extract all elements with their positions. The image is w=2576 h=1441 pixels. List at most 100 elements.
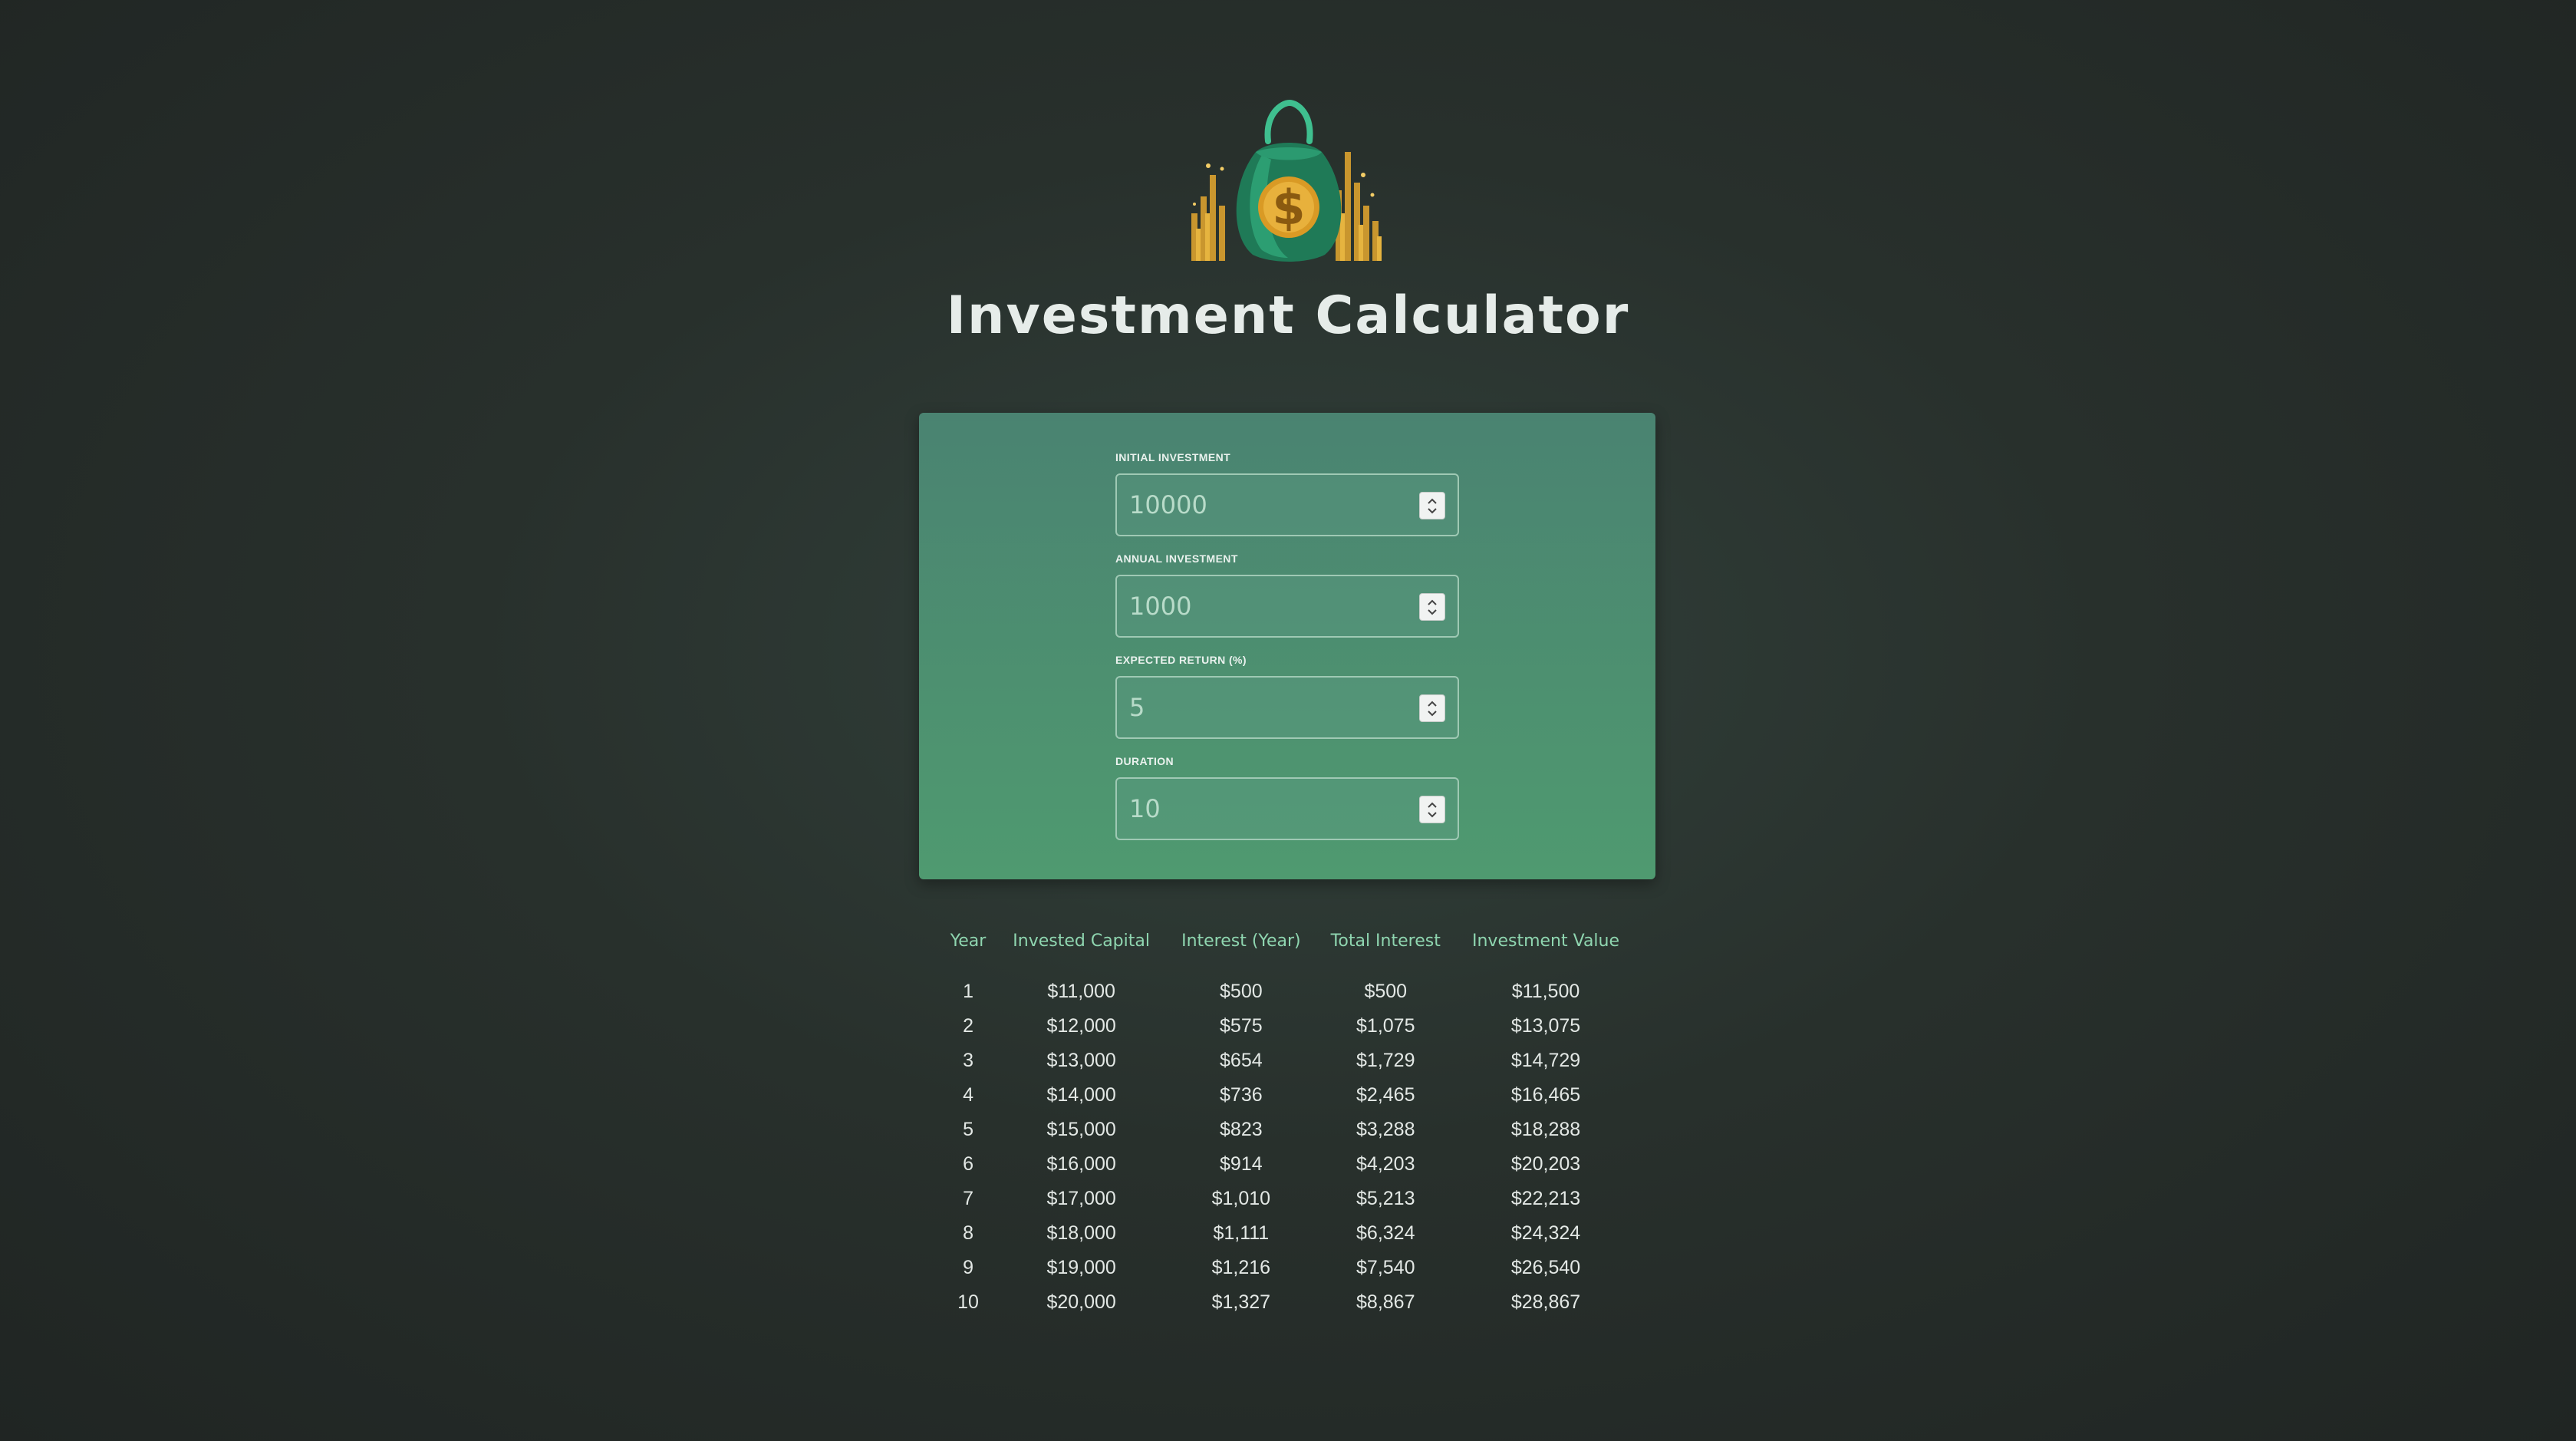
calculator-form: INITIAL INVESTMENT 10000 ANNUAL INVESTME… (919, 413, 1655, 879)
cell-invested-capital: $13,000 (1046, 1050, 1116, 1071)
cell-year: 1 (963, 981, 973, 1002)
cell-interest-year: $823 (1220, 1119, 1263, 1140)
cell-invested-capital: $16,000 (1046, 1153, 1116, 1175)
cell-invested-capital: $14,000 (1046, 1084, 1116, 1106)
cell-invested-capital: $19,000 (1046, 1257, 1116, 1278)
app-logo: $ (1185, 98, 1392, 262)
annual-investment-input[interactable]: 1000 (1115, 575, 1459, 638)
cell-invested-capital: $15,000 (1046, 1119, 1116, 1140)
header-year: Year (950, 931, 987, 951)
initial-investment-input[interactable]: 10000 (1115, 473, 1459, 536)
chevron-up-icon (1428, 498, 1437, 504)
cell-total-interest: $5,213 (1356, 1188, 1415, 1209)
table-row: 4 $14,000 $736 $2,465 $16,465 (940, 1078, 1636, 1113)
initial-investment-value[interactable]: 10000 (1129, 475, 1207, 535)
cell-year: 4 (963, 1084, 973, 1106)
cell-year: 2 (963, 1015, 973, 1037)
duration-label: DURATION (1115, 755, 1174, 767)
cell-invested-capital: $18,000 (1046, 1222, 1116, 1244)
cell-total-interest: $500 (1364, 981, 1408, 1002)
cell-total-interest: $1,075 (1356, 1015, 1415, 1037)
cell-total-interest: $3,288 (1356, 1119, 1415, 1140)
cell-investment-value: $11,500 (1511, 981, 1580, 1002)
duration-field: DURATION 10 (1115, 753, 1459, 840)
cell-total-interest: $6,324 (1356, 1222, 1415, 1244)
cell-total-interest: $2,465 (1356, 1084, 1415, 1106)
cell-invested-capital: $17,000 (1046, 1188, 1116, 1209)
cell-invested-capital: $20,000 (1046, 1291, 1116, 1313)
page-title: Investment Calculator (946, 285, 1630, 346)
header-invested-capital: Invested Capital (1013, 931, 1150, 951)
cell-investment-value: $22,213 (1510, 1188, 1581, 1209)
cell-year: 6 (963, 1153, 973, 1175)
initial-investment-label: INITIAL INVESTMENT (1115, 451, 1231, 463)
table-row: 5 $15,000 $823 $3,288 $18,288 (940, 1113, 1636, 1147)
chevron-down-icon (1428, 711, 1437, 717)
cell-interest-year: $575 (1220, 1015, 1263, 1037)
duration-value[interactable]: 10 (1129, 779, 1161, 839)
duration-input[interactable]: 10 (1115, 777, 1459, 840)
cell-interest-year: $736 (1220, 1084, 1263, 1106)
cell-invested-capital: $11,000 (1047, 981, 1115, 1002)
cell-investment-value: $16,465 (1510, 1084, 1581, 1106)
cell-interest-year: $1,010 (1211, 1188, 1271, 1209)
expected-return-value[interactable]: 5 (1129, 678, 1145, 737)
cell-interest-year: $654 (1220, 1050, 1263, 1071)
cell-total-interest: $8,867 (1356, 1291, 1415, 1313)
annual-investment-value[interactable]: 1000 (1129, 576, 1191, 636)
cell-interest-year: $914 (1220, 1153, 1263, 1175)
cell-interest-year: $1,216 (1211, 1257, 1271, 1278)
cell-year: 7 (963, 1188, 973, 1209)
chevron-up-icon (1428, 599, 1437, 605)
cell-year: 5 (963, 1119, 973, 1140)
cell-investment-value: $28,867 (1510, 1291, 1581, 1313)
header-investment-value: Investment Value (1472, 931, 1620, 951)
annual-investment-label: ANNUAL INVESTMENT (1115, 552, 1238, 565)
duration-stepper[interactable] (1419, 796, 1445, 823)
cell-year: 10 (957, 1291, 979, 1313)
cell-interest-year: $500 (1220, 981, 1263, 1002)
annual-investment-stepper[interactable] (1419, 593, 1445, 621)
table-header-row: Year Invested Capital Interest (Year) To… (940, 918, 1636, 974)
results-table: Year Invested Capital Interest (Year) To… (940, 918, 1636, 1320)
cell-interest-year: $1,327 (1211, 1291, 1271, 1313)
chevron-up-icon (1428, 701, 1437, 707)
expected-return-stepper[interactable] (1419, 694, 1445, 722)
cell-total-interest: $4,203 (1356, 1153, 1415, 1175)
expected-return-field: EXPECTED RETURN (%) 5 (1115, 652, 1459, 739)
cell-investment-value: $20,203 (1510, 1153, 1581, 1175)
initial-investment-stepper[interactable] (1419, 492, 1445, 519)
cell-investment-value: $13,075 (1510, 1015, 1581, 1037)
table-row: 8 $18,000 $1,111 $6,324 $24,324 (940, 1216, 1636, 1251)
expected-return-input[interactable]: 5 (1115, 676, 1459, 739)
cell-year: 9 (963, 1257, 973, 1278)
table-row: 9 $19,000 $1,216 $7,540 $26,540 (940, 1251, 1636, 1285)
table-row: 2 $12,000 $575 $1,075 $13,075 (940, 1009, 1636, 1044)
cell-investment-value: $26,540 (1510, 1257, 1581, 1278)
cell-total-interest: $1,729 (1356, 1050, 1415, 1071)
svg-text:$: $ (1272, 180, 1305, 236)
header-total-interest: Total Interest (1330, 931, 1441, 951)
cell-year: 3 (963, 1050, 973, 1071)
initial-investment-field: INITIAL INVESTMENT 10000 (1115, 450, 1459, 536)
chevron-down-icon (1428, 609, 1437, 615)
chevron-down-icon (1428, 508, 1437, 514)
header-interest-year: Interest (Year) (1181, 931, 1301, 951)
annual-investment-field: ANNUAL INVESTMENT 1000 (1115, 551, 1459, 638)
table-row: 3 $13,000 $654 $1,729 $14,729 (940, 1044, 1636, 1078)
table-row: 6 $16,000 $914 $4,203 $20,203 (940, 1147, 1636, 1182)
cell-year: 8 (963, 1222, 973, 1244)
chevron-up-icon (1428, 802, 1437, 808)
expected-return-label: EXPECTED RETURN (%) (1115, 654, 1247, 666)
cell-investment-value: $14,729 (1510, 1050, 1581, 1071)
money-bag-icon: $ (1191, 99, 1382, 262)
cell-total-interest: $7,540 (1356, 1257, 1415, 1278)
table-row: 10 $20,000 $1,327 $8,867 $28,867 (940, 1285, 1636, 1320)
chevron-down-icon (1428, 812, 1437, 818)
cell-invested-capital: $12,000 (1046, 1015, 1116, 1037)
table-row: 1 $11,000 $500 $500 $11,500 (940, 974, 1636, 1009)
cell-investment-value: $24,324 (1510, 1222, 1581, 1244)
cell-interest-year: $1,111 (1213, 1222, 1270, 1244)
cell-investment-value: $18,288 (1510, 1119, 1581, 1140)
table-row: 7 $17,000 $1,010 $5,213 $22,213 (940, 1182, 1636, 1216)
